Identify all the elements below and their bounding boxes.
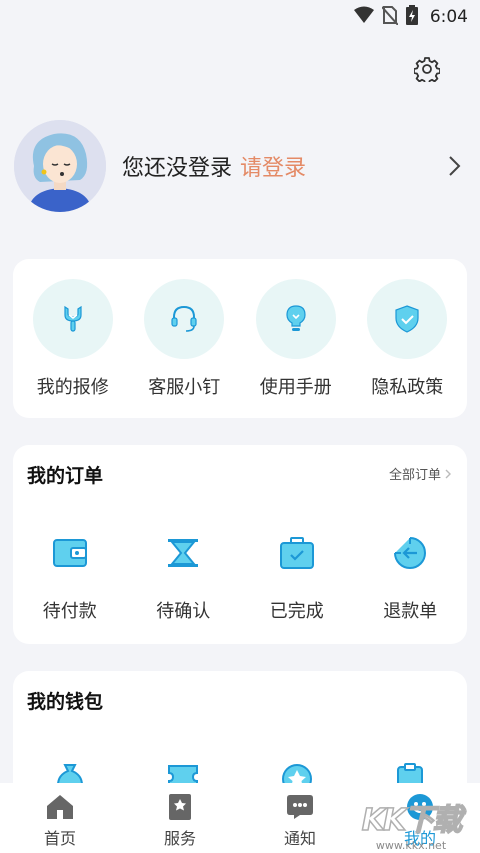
tools-card: 我的报修 客服小钉 使用手册 隐私政策 [13, 259, 467, 418]
tab-service[interactable]: 服务 [130, 793, 230, 849]
order-completed-label: 已完成 [269, 601, 324, 622]
tool-manual-label: 使用手册 [259, 377, 332, 398]
headset-icon [144, 279, 225, 359]
refund-icon [390, 533, 430, 573]
status-bar: 6:04 [0, 0, 480, 34]
briefcase-check-icon [277, 533, 317, 573]
chevron-right-icon [445, 469, 451, 478]
order-pending-confirm-label: 待确认 [156, 601, 211, 622]
watermark-url: www.kkx.net [375, 839, 447, 852]
profile-row[interactable]: 您还没登录 请登录 [14, 118, 466, 214]
wifi-icon [353, 6, 374, 28]
tool-manual[interactable]: 使用手册 [246, 279, 346, 418]
hourglass-icon [163, 533, 203, 573]
no-sim-icon [381, 5, 399, 29]
orders-card: 我的订单 全部订单 待付款 待确认 已完成 退款单 [13, 445, 467, 644]
chevron-right-icon[interactable] [442, 154, 466, 178]
avatar[interactable] [14, 120, 106, 212]
service-bookmark-icon [166, 793, 194, 821]
tool-privacy[interactable]: 隐私政策 [357, 279, 457, 418]
order-refund-label: 退款单 [383, 601, 438, 622]
chat-bubble-icon [286, 793, 314, 821]
settings-button[interactable] [412, 56, 442, 86]
login-status-text: 您还没登录 [122, 156, 233, 181]
tool-support-label: 客服小钉 [148, 377, 221, 398]
shield-check-icon [367, 279, 448, 359]
tab-service-label: 服务 [163, 829, 196, 848]
wrench-icon [32, 279, 113, 359]
status-time: 6:04 [429, 7, 468, 27]
lightbulb-icon [255, 279, 336, 359]
tab-home[interactable]: 首页 [10, 793, 110, 849]
orders-title: 我的订单 [27, 465, 104, 487]
tab-notify[interactable]: 通知 [250, 793, 350, 849]
gear-icon [413, 56, 441, 86]
tab-notify-label: 通知 [283, 829, 316, 848]
tab-home-label: 首页 [43, 829, 76, 848]
order-pending-confirm[interactable]: 待确认 [133, 533, 233, 623]
all-orders-label: 全部订单 [388, 468, 441, 483]
order-completed[interactable]: 已完成 [247, 533, 347, 623]
tool-support[interactable]: 客服小钉 [134, 279, 234, 418]
tool-privacy-label: 隐私政策 [371, 377, 444, 398]
home-icon [46, 793, 74, 821]
battery-charging-icon [405, 5, 418, 29]
order-pending-payment-label: 待付款 [42, 601, 97, 622]
watermark-logo: KK下载 [361, 802, 463, 839]
wallet-icon [50, 533, 90, 573]
order-pending-payment[interactable]: 待付款 [20, 533, 120, 623]
wallet-title: 我的钱包 [27, 691, 104, 713]
tool-repair[interactable]: 我的报修 [23, 279, 123, 418]
watermark: KK下载 www.kkx.net [348, 795, 474, 852]
all-orders-link[interactable]: 全部订单 [389, 464, 451, 483]
tool-repair-label: 我的报修 [36, 377, 109, 398]
login-link[interactable]: 请登录 [240, 150, 306, 182]
order-refund[interactable]: 退款单 [360, 533, 460, 623]
